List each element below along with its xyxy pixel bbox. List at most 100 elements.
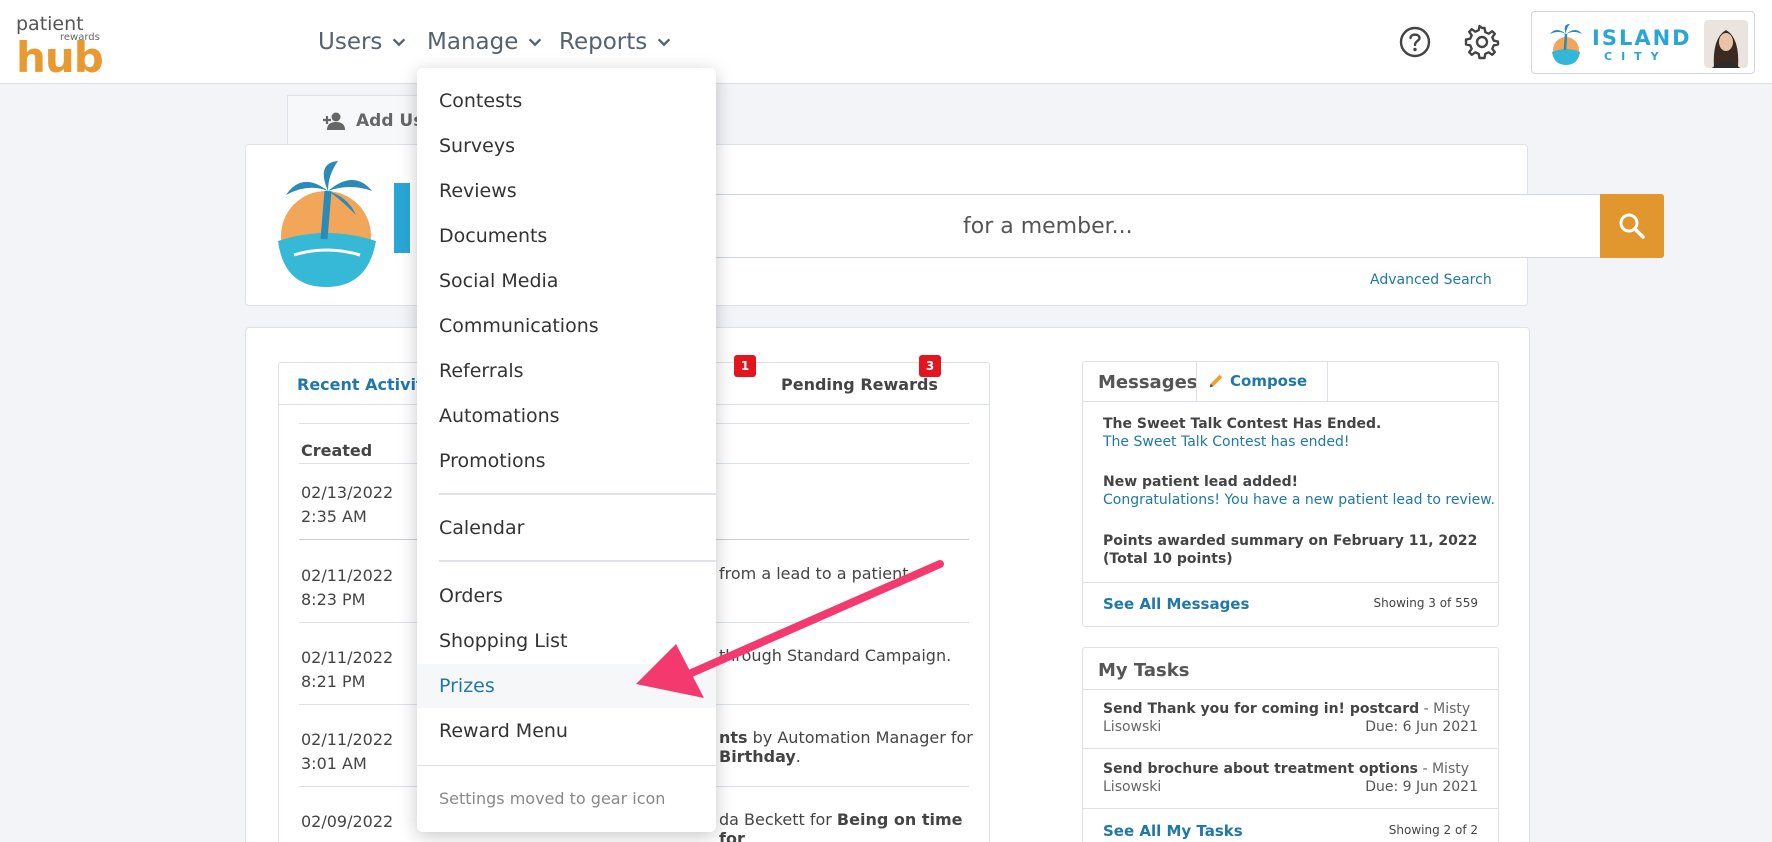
account-switcher[interactable]: ISLAND CITY bbox=[1531, 11, 1755, 74]
task-assignee: - Misty bbox=[1423, 701, 1471, 717]
row-time: 2:35 AM bbox=[301, 507, 367, 526]
menu-item-automations[interactable]: Automations bbox=[417, 394, 716, 438]
menu-item-orders[interactable]: Orders bbox=[417, 574, 716, 618]
menu-item-social-media[interactable]: Social Media bbox=[417, 259, 716, 303]
divider bbox=[1083, 808, 1498, 809]
logo-text-patient: patient bbox=[16, 13, 84, 35]
message-body[interactable]: Congratulations! You have a new patient … bbox=[1103, 491, 1495, 509]
pending-rewards-badge: 3 bbox=[919, 355, 941, 377]
divider bbox=[1083, 582, 1498, 583]
gear-icon bbox=[1464, 24, 1500, 60]
row-time: 3:01 AM bbox=[301, 754, 367, 773]
row-desc-text: da Beckett for bbox=[719, 810, 837, 829]
row-desc-text: from a lead to a patient bbox=[719, 564, 909, 583]
task-item[interactable]: Send Thank you for coming in! postcard -… bbox=[1103, 700, 1478, 736]
activity-row-desc: nts by Automation Manager for Birthday. bbox=[719, 728, 989, 766]
nav-reports-label: Reports bbox=[559, 29, 648, 55]
menu-item-shopping-list[interactable]: Shopping List bbox=[417, 619, 716, 663]
menu-item-calendar[interactable]: Calendar bbox=[417, 506, 716, 550]
settings-button[interactable] bbox=[1464, 24, 1500, 60]
row-date: 02/13/2022 bbox=[301, 483, 394, 502]
menu-item-reviews[interactable]: Reviews bbox=[417, 169, 716, 213]
user-avatar[interactable] bbox=[1704, 20, 1748, 68]
menu-item-documents[interactable]: Documents bbox=[417, 214, 716, 258]
compose-button[interactable]: Compose bbox=[1196, 362, 1329, 402]
palm-island-icon bbox=[1550, 24, 1582, 65]
activity-row-desc: from a lead to a patient bbox=[719, 564, 909, 583]
message-body[interactable]: The Sweet Talk Contest has ended! bbox=[1103, 433, 1381, 451]
menu-separator bbox=[439, 493, 716, 495]
activity-row-desc: through Standard Campaign. bbox=[719, 646, 951, 665]
nav-reports[interactable]: Reports bbox=[559, 24, 673, 60]
see-all-messages-link[interactable]: See All Messages bbox=[1103, 595, 1249, 613]
chevron-down-icon bbox=[393, 38, 406, 47]
top-bar: patient rewards hub Users Manage Reports bbox=[0, 0, 1772, 84]
island-city-logo: ISLAND CITY bbox=[1544, 20, 1690, 68]
avatar-photo-icon bbox=[1704, 20, 1748, 68]
activity-row-desc: da Beckett for Being on time for bbox=[719, 810, 989, 842]
messages-panel: Messages Compose The Sweet Talk Contest … bbox=[1082, 361, 1499, 627]
compose-label: Compose bbox=[1230, 372, 1308, 390]
activity-row-date: 02/11/2022 8:21 PM bbox=[301, 646, 393, 694]
message-item[interactable]: Points awarded summary on February 11, 2… bbox=[1103, 532, 1483, 568]
menu-item-promotions[interactable]: Promotions bbox=[417, 439, 716, 483]
settings-moved-note: Settings moved to gear icon bbox=[439, 789, 666, 808]
search-button[interactable] bbox=[1600, 194, 1664, 258]
row-desc-text: through Standard Campaign. bbox=[719, 646, 952, 665]
add-user-icon bbox=[323, 112, 345, 130]
menu-item-communications[interactable]: Communications bbox=[417, 304, 716, 348]
row-date: 02/11/2022 bbox=[301, 648, 394, 667]
chevron-down-icon bbox=[529, 38, 542, 47]
tab-recent-activity[interactable]: Recent Activity bbox=[297, 375, 434, 394]
task-due: Due: 6 Jun 2021 bbox=[1365, 719, 1478, 735]
menu-item-contests[interactable]: Contests bbox=[417, 79, 716, 123]
row-date: 02/11/2022 bbox=[301, 566, 394, 585]
patient-rewards-hub-logo[interactable]: patient rewards hub bbox=[16, 13, 104, 80]
message-item[interactable]: New patient lead added! Congratulations!… bbox=[1103, 473, 1495, 509]
search-icon bbox=[1619, 213, 1645, 239]
menu-item-prizes[interactable]: Prizes bbox=[417, 664, 716, 708]
row-time: 8:23 PM bbox=[301, 590, 366, 609]
manage-dropdown-menu: Contests Surveys Reviews Documents Socia… bbox=[417, 68, 716, 832]
member-search-input[interactable] bbox=[667, 195, 1601, 257]
task-assignee: - Misty bbox=[1422, 761, 1470, 777]
help-button[interactable] bbox=[1397, 24, 1433, 60]
row-desc-text: by Automation Manager for bbox=[747, 728, 973, 747]
clinic-logo bbox=[278, 161, 410, 287]
member-search-box bbox=[666, 194, 1664, 258]
row-desc-text: . bbox=[795, 747, 801, 766]
row-desc-bold: nts bbox=[719, 728, 748, 747]
menu-item-surveys[interactable]: Surveys bbox=[417, 124, 716, 168]
menu-item-reward-menu[interactable]: Reward Menu bbox=[417, 709, 716, 753]
row-date: 02/11/2022 bbox=[301, 730, 394, 749]
message-title: The Sweet Talk Contest Has Ended. bbox=[1103, 416, 1382, 432]
nav-manage-label: Manage bbox=[427, 29, 519, 55]
menu-separator bbox=[439, 560, 716, 562]
pencil-icon bbox=[1209, 374, 1223, 388]
nav-users[interactable]: Users bbox=[318, 24, 408, 60]
activity-row-date: 02/11/2022 3:01 AM bbox=[301, 728, 393, 776]
advanced-search-link[interactable]: Advanced Search bbox=[1370, 272, 1492, 288]
add-user-tab[interactable]: Add Use bbox=[287, 95, 437, 145]
row-time: 8:21 PM bbox=[301, 672, 366, 691]
task-item[interactable]: Send brochure about treatment options - … bbox=[1103, 760, 1478, 796]
help-circle-icon bbox=[1399, 26, 1431, 58]
column-header-created: Created bbox=[301, 441, 373, 460]
menu-item-referrals[interactable]: Referrals bbox=[417, 349, 716, 393]
account-brand-line1: ISLAND bbox=[1592, 26, 1692, 50]
tab-pending-rewards[interactable]: Pending Rewards bbox=[781, 375, 938, 394]
divider bbox=[1083, 748, 1498, 749]
activity-row-date: 02/13/2022 2:35 AM bbox=[301, 481, 393, 529]
tasks-panel: My Tasks Send Thank you for coming in! p… bbox=[1082, 647, 1499, 842]
logo-text-hub: hub bbox=[16, 33, 104, 82]
messages-count: Showing 3 of 559 bbox=[1373, 596, 1478, 610]
message-item[interactable]: The Sweet Talk Contest Has Ended. The Sw… bbox=[1103, 415, 1381, 451]
nav-manage[interactable]: Manage bbox=[427, 24, 544, 60]
see-all-tasks-link[interactable]: See All My Tasks bbox=[1103, 822, 1243, 840]
divider bbox=[1083, 689, 1498, 690]
message-title: New patient lead added! bbox=[1103, 474, 1299, 490]
menu-separator bbox=[417, 765, 716, 766]
task-title: Send brochure about treatment options bbox=[1103, 761, 1419, 777]
nav-users-label: Users bbox=[318, 29, 383, 55]
notification-badge: 1 bbox=[734, 355, 756, 377]
